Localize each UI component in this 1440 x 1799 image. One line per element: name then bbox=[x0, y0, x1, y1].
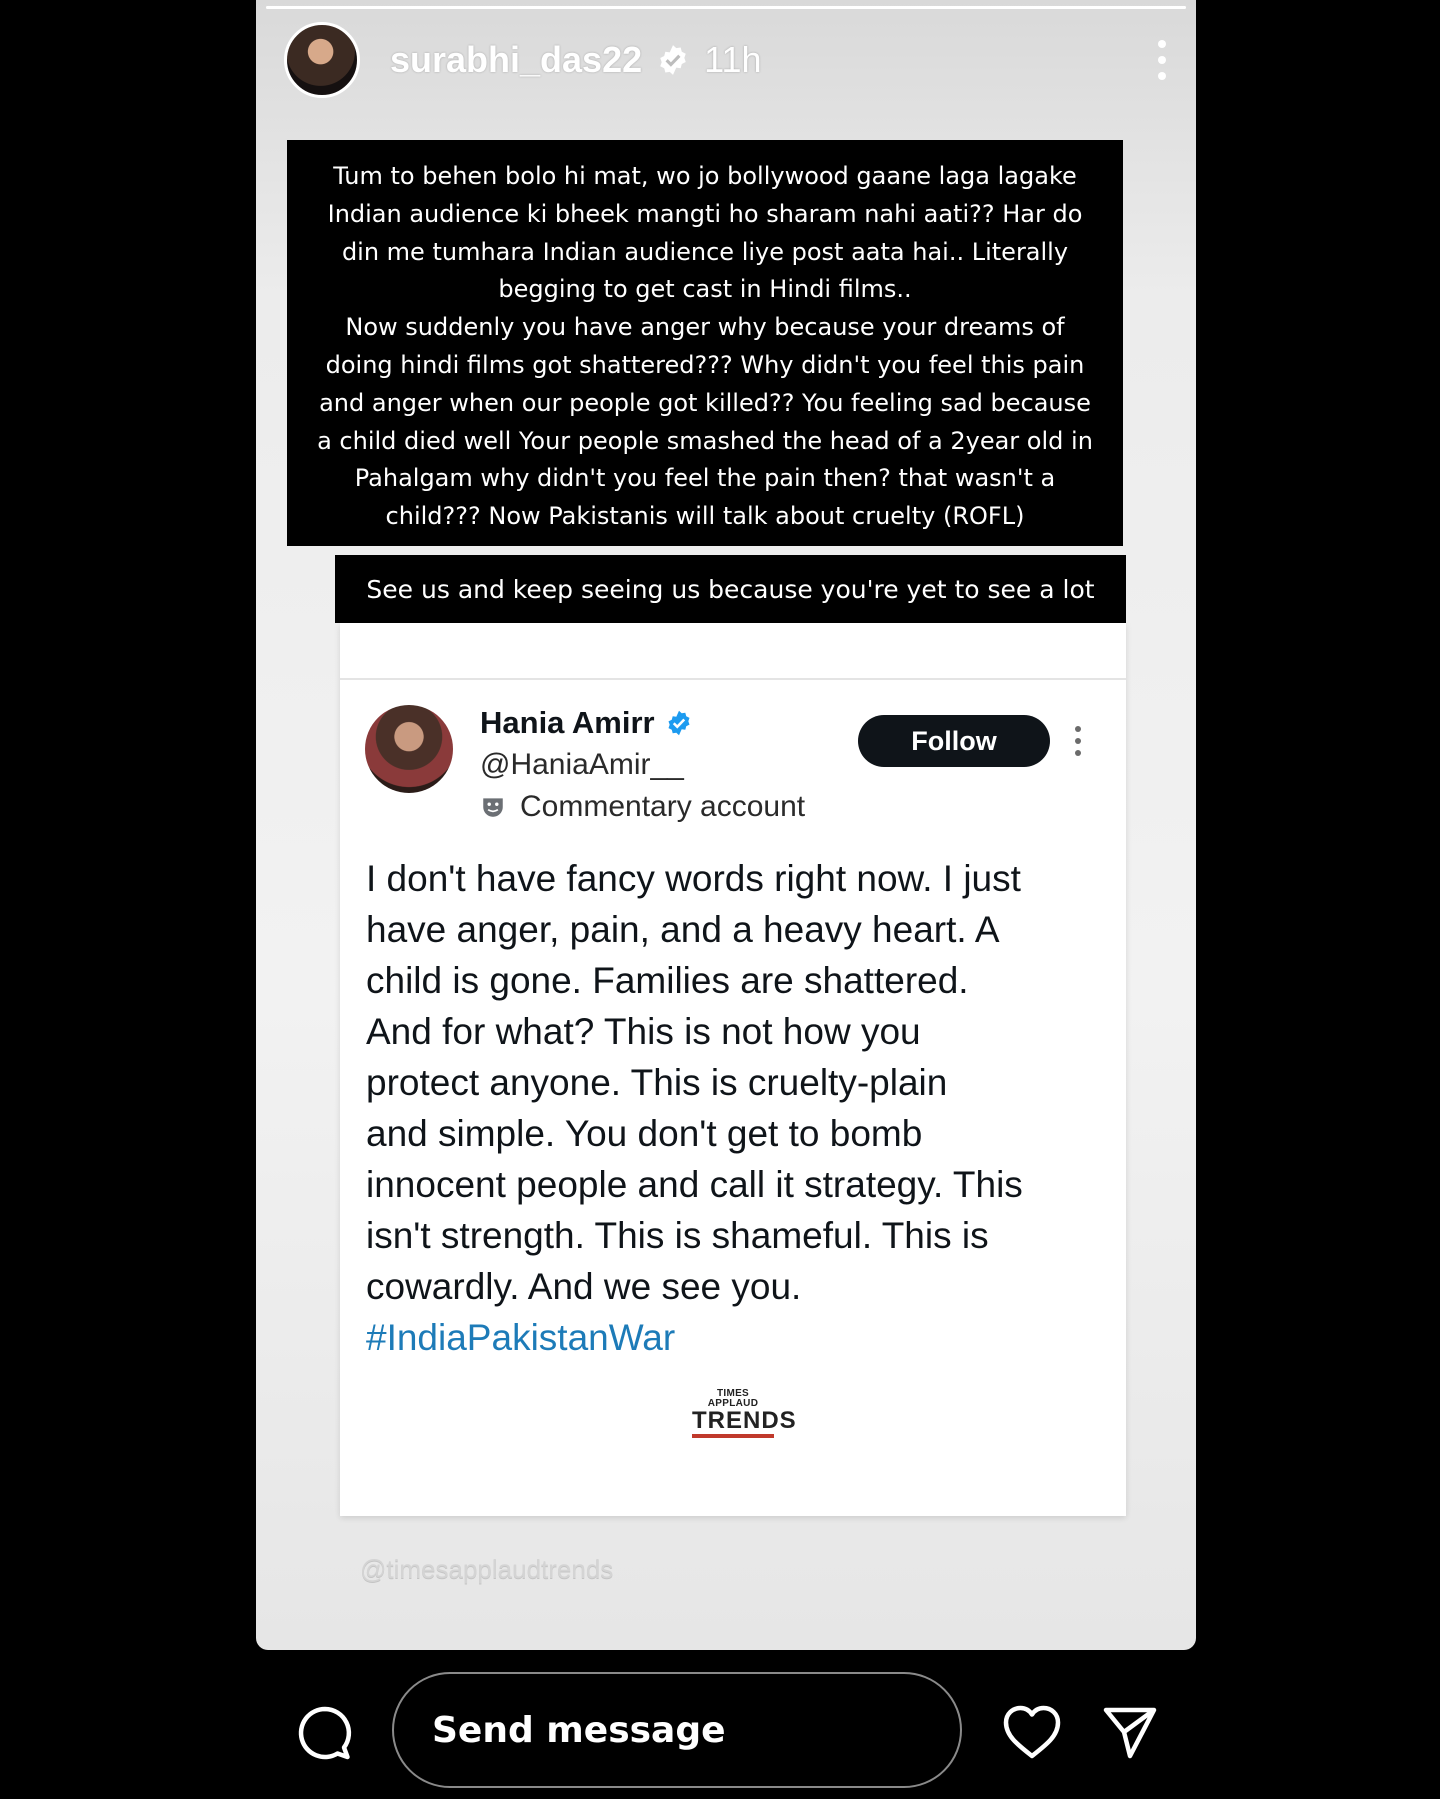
verified-badge-icon bbox=[660, 45, 686, 75]
verified-badge-icon bbox=[668, 710, 690, 736]
tweet-line: innocent people and call it strategy. Th… bbox=[366, 1164, 1023, 1205]
send-message-input[interactable] bbox=[392, 1672, 962, 1788]
dot bbox=[1158, 72, 1166, 80]
tweet-author-name-text: Hania Amirr bbox=[480, 705, 655, 740]
tweet-author-name: Hania Amirr bbox=[480, 705, 693, 741]
embedded-tweet: Hania Amirr @HaniaAmir__ Commentary acco… bbox=[340, 623, 1126, 1516]
dot bbox=[1158, 56, 1166, 64]
story-progress-bar bbox=[266, 6, 1186, 9]
caption-line: doing hindi films got shattered??? Why d… bbox=[325, 350, 1085, 379]
tweet-more-icon[interactable] bbox=[1074, 726, 1082, 756]
account-label-text: Commentary account bbox=[520, 790, 806, 823]
caption-line: begging to get cast in Hindi films.. bbox=[498, 275, 912, 304]
caption-line: din me tumhara Indian audience liye post… bbox=[341, 237, 1069, 266]
tweet-line: and simple. You don't get to bomb bbox=[366, 1113, 923, 1154]
caption-line: Now suddenly you have anger why because … bbox=[345, 313, 1065, 342]
tweet-avatar bbox=[365, 705, 453, 793]
logo-underline bbox=[692, 1434, 774, 1438]
caption-line: Tum to behen bolo hi mat, wo jo bollywoo… bbox=[333, 162, 1077, 190]
logo-main-text: TRENDS bbox=[692, 1407, 797, 1434]
heart-icon[interactable] bbox=[1002, 1704, 1062, 1760]
tweet-line: cowardly. And we see you. bbox=[366, 1266, 802, 1307]
theater-mask-icon bbox=[483, 798, 503, 817]
tweet-line: child is gone. Families are shattered. bbox=[366, 960, 969, 1001]
dot bbox=[1158, 40, 1166, 48]
tweet-author-handle: @HaniaAmir__ bbox=[480, 748, 684, 781]
dot bbox=[1075, 738, 1081, 744]
story-header: surabhi_das22 11h bbox=[284, 22, 1168, 98]
tweet-line: I don't have fancy words right now. I ju… bbox=[366, 858, 1021, 899]
username[interactable]: surabhi_das22 bbox=[390, 39, 642, 81]
account-label: Commentary account bbox=[480, 790, 805, 824]
caption-line: a child died well Your people smashed th… bbox=[317, 426, 1093, 455]
times-applaud-trends-logo: TIMES APPLAUD TRENDS bbox=[692, 1388, 797, 1438]
tweet-line: And for what? This is not how you bbox=[366, 1011, 921, 1052]
story-progress-fill bbox=[266, 6, 1186, 9]
caption-line: child??? Now Pakistanis will talk about … bbox=[385, 502, 1025, 531]
hashtag-link[interactable]: #IndiaPakistanWar bbox=[366, 1312, 1106, 1363]
follow-button[interactable]: Follow bbox=[858, 715, 1050, 767]
story-caption: Tum to behen bolo hi mat, wo jo bollywoo… bbox=[287, 140, 1123, 546]
logo-top-text: TIMES APPLAUD bbox=[707, 1388, 759, 1409]
dot bbox=[1075, 750, 1081, 756]
tweet-body: I don't have fancy words right now. I ju… bbox=[366, 853, 1106, 1363]
watermark: @timesapplaudtrends bbox=[360, 1554, 614, 1584]
reply-bar bbox=[0, 1660, 1440, 1790]
tweet-line: have anger, pain, and a heavy heart. A bbox=[366, 909, 1000, 950]
speech-bubble-icon[interactable] bbox=[296, 1704, 354, 1762]
tweet-line: isn't strength. This is shameful. This i… bbox=[366, 1215, 989, 1256]
divider bbox=[340, 678, 1126, 680]
dot bbox=[1075, 726, 1081, 732]
send-icon[interactable] bbox=[1102, 1704, 1158, 1760]
caption-line: and anger when our people got killed?? Y… bbox=[319, 388, 1091, 417]
post-time: 11h bbox=[704, 39, 762, 80]
story-caption-secondary: See us and keep seeing us because you're… bbox=[335, 555, 1126, 623]
story-frame: surabhi_das22 11h Tum to behen bolo hi m… bbox=[256, 0, 1196, 1650]
tweet-line: protect anyone. This is cruelty-plain bbox=[366, 1062, 948, 1103]
caption-line: Indian audience ki bheek mangti ho shara… bbox=[327, 199, 1083, 228]
more-options-icon[interactable] bbox=[1156, 40, 1168, 80]
avatar[interactable] bbox=[284, 22, 360, 98]
caption-line: Pahalgam why didn't you feel the pain th… bbox=[354, 464, 1056, 493]
